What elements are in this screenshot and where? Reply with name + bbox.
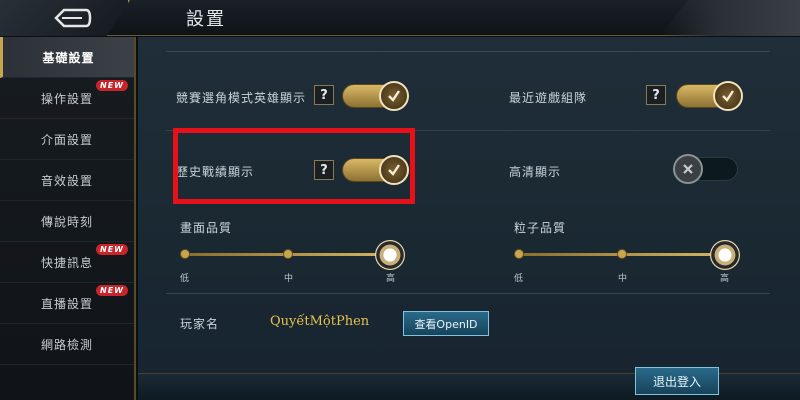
sidebar-item-controls[interactable]: 操作設置 NEW bbox=[0, 78, 134, 119]
header-decoration bbox=[660, 0, 800, 36]
sidebar-item-label: 傳說時刻 bbox=[40, 214, 93, 229]
toggle-knob bbox=[673, 154, 703, 184]
particle-quality-label: 粒子品質 bbox=[514, 221, 567, 235]
help-button[interactable]: ? bbox=[314, 85, 334, 105]
view-openid-button[interactable]: 查看OpenID bbox=[403, 311, 489, 336]
sidebar-item-label: 介面設置 bbox=[40, 132, 93, 147]
divider bbox=[166, 293, 770, 294]
sidebar-item-network-check[interactable]: 網路檢測 bbox=[0, 324, 134, 365]
check-icon bbox=[388, 90, 400, 102]
settings-sidebar: 基礎設置 操作設置 NEW 介面設置 音效設置 傳說時刻 快捷訊息 NEW 直播… bbox=[0, 37, 136, 400]
slider-stop[interactable] bbox=[617, 249, 627, 259]
player-name: QuyếtMộtPhen bbox=[270, 314, 370, 329]
sidebar-item-streaming[interactable]: 直播設置 NEW bbox=[0, 283, 134, 324]
toggle-knob bbox=[713, 81, 743, 111]
recent-team-toggle[interactable] bbox=[676, 81, 743, 111]
hd-display-toggle[interactable] bbox=[673, 154, 738, 184]
sidebar-item-label: 網路檢測 bbox=[40, 337, 93, 352]
slider-tick-mid: 中 bbox=[618, 274, 628, 284]
sidebar-item-label: 基礎設置 bbox=[42, 50, 95, 65]
sidebar-item-basic[interactable]: 基礎設置 bbox=[0, 37, 134, 78]
hd-display-label: 高清顯示 bbox=[509, 165, 562, 179]
settings-panel: 競賽選角模式英雄顯示 ? 最近遊戲組隊 ? 歷史戰績顯示 ? 高清顯示 畫面品質… bbox=[138, 37, 800, 400]
sidebar-item-sound[interactable]: 音效設置 bbox=[0, 160, 134, 201]
slider-tick-high: 高 bbox=[720, 274, 730, 284]
slider-tick-low: 低 bbox=[514, 274, 524, 284]
top-header: 設置 bbox=[0, 0, 800, 36]
sidebar-item-label: 操作設置 bbox=[40, 91, 93, 106]
slider-stop[interactable] bbox=[514, 249, 524, 259]
help-button[interactable]: ? bbox=[646, 85, 666, 105]
close-icon bbox=[683, 164, 693, 174]
sidebar-item-label: 快捷訊息 bbox=[40, 255, 93, 270]
new-badge: NEW bbox=[96, 285, 128, 296]
slider-stop[interactable] bbox=[180, 249, 190, 259]
toggle-knob bbox=[379, 81, 409, 111]
slider-tick-low: 低 bbox=[180, 274, 190, 284]
sidebar-item-interface[interactable]: 介面設置 bbox=[0, 119, 134, 160]
check-icon bbox=[722, 90, 734, 102]
sidebar-item-legend-moments[interactable]: 傳說時刻 bbox=[0, 201, 134, 242]
recent-team-label: 最近遊戲組隊 bbox=[509, 91, 588, 105]
slider-tick-high: 高 bbox=[386, 274, 396, 284]
hero-display-toggle[interactable] bbox=[342, 81, 409, 111]
graphics-quality-label: 畫面品質 bbox=[180, 221, 233, 235]
graphics-quality-thumb[interactable] bbox=[375, 240, 405, 270]
player-name-label: 玩家名 bbox=[180, 317, 220, 331]
new-badge: NEW bbox=[96, 244, 128, 255]
hero-display-label: 競賽選角模式英雄顯示 bbox=[176, 91, 307, 105]
back-arrow-icon bbox=[54, 8, 92, 28]
back-button[interactable] bbox=[0, 0, 130, 36]
sidebar-item-quick-messages[interactable]: 快捷訊息 NEW bbox=[0, 242, 134, 283]
slider-stop[interactable] bbox=[283, 249, 293, 259]
page-title: 設置 bbox=[186, 9, 226, 30]
slider-tick-mid: 中 bbox=[284, 274, 294, 284]
particle-quality-thumb[interactable] bbox=[710, 240, 740, 270]
new-badge: NEW bbox=[96, 80, 128, 91]
sidebar-item-label: 直播設置 bbox=[40, 296, 93, 311]
logout-button[interactable]: 退出登入 bbox=[635, 367, 719, 395]
sidebar-item-label: 音效設置 bbox=[40, 173, 93, 188]
highlight-box bbox=[173, 128, 415, 204]
